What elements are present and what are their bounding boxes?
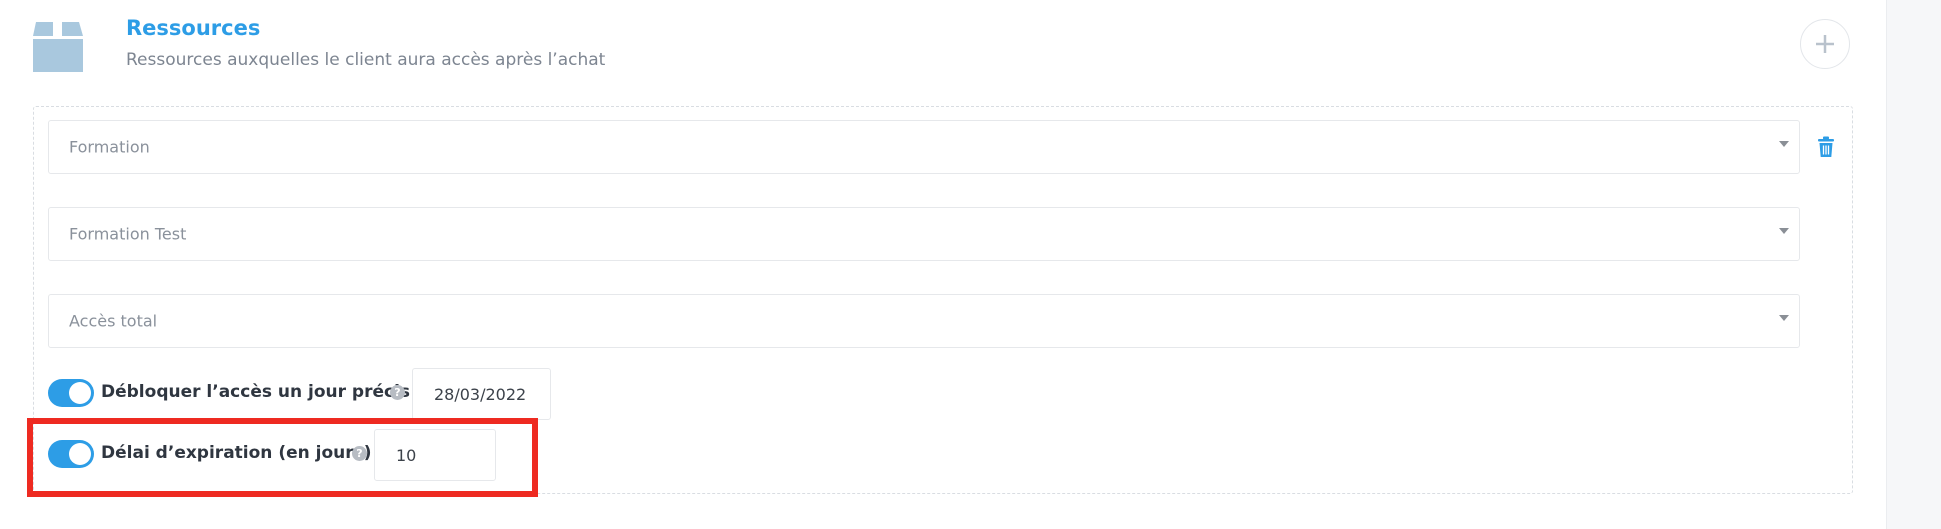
- plus-icon: [1816, 35, 1834, 53]
- help-icon[interactable]: ?: [390, 385, 405, 400]
- right-gutter: [1886, 0, 1941, 529]
- add-resource-button[interactable]: [1800, 19, 1850, 69]
- chevron-down-icon: [1779, 141, 1789, 147]
- section-title: Ressources: [126, 16, 261, 40]
- unlock-date-toggle[interactable]: [48, 379, 94, 407]
- chevron-down-icon: [1779, 228, 1789, 234]
- trash-icon[interactable]: [1816, 136, 1836, 158]
- unlock-date-value: 28/03/2022: [434, 384, 527, 404]
- chevron-down-icon: [1779, 315, 1789, 321]
- access-level-value: Accès total: [69, 311, 158, 331]
- toggle-knob: [69, 382, 91, 404]
- unlock-date-input[interactable]: 28/03/2022: [412, 368, 551, 420]
- box-icon: [33, 20, 83, 72]
- resource-type-select[interactable]: Formation: [48, 120, 1800, 174]
- resource-item-select[interactable]: Formation Test: [48, 207, 1800, 261]
- highlight-box: [27, 418, 538, 497]
- resource-type-value: Formation: [69, 137, 150, 157]
- unlock-date-label: Débloquer l’accès un jour précis: [101, 382, 411, 402]
- section-subtitle: Ressources auxquelles le client aura acc…: [126, 50, 606, 70]
- access-level-select[interactable]: Accès total: [48, 294, 1800, 348]
- resource-item-value: Formation Test: [69, 224, 187, 244]
